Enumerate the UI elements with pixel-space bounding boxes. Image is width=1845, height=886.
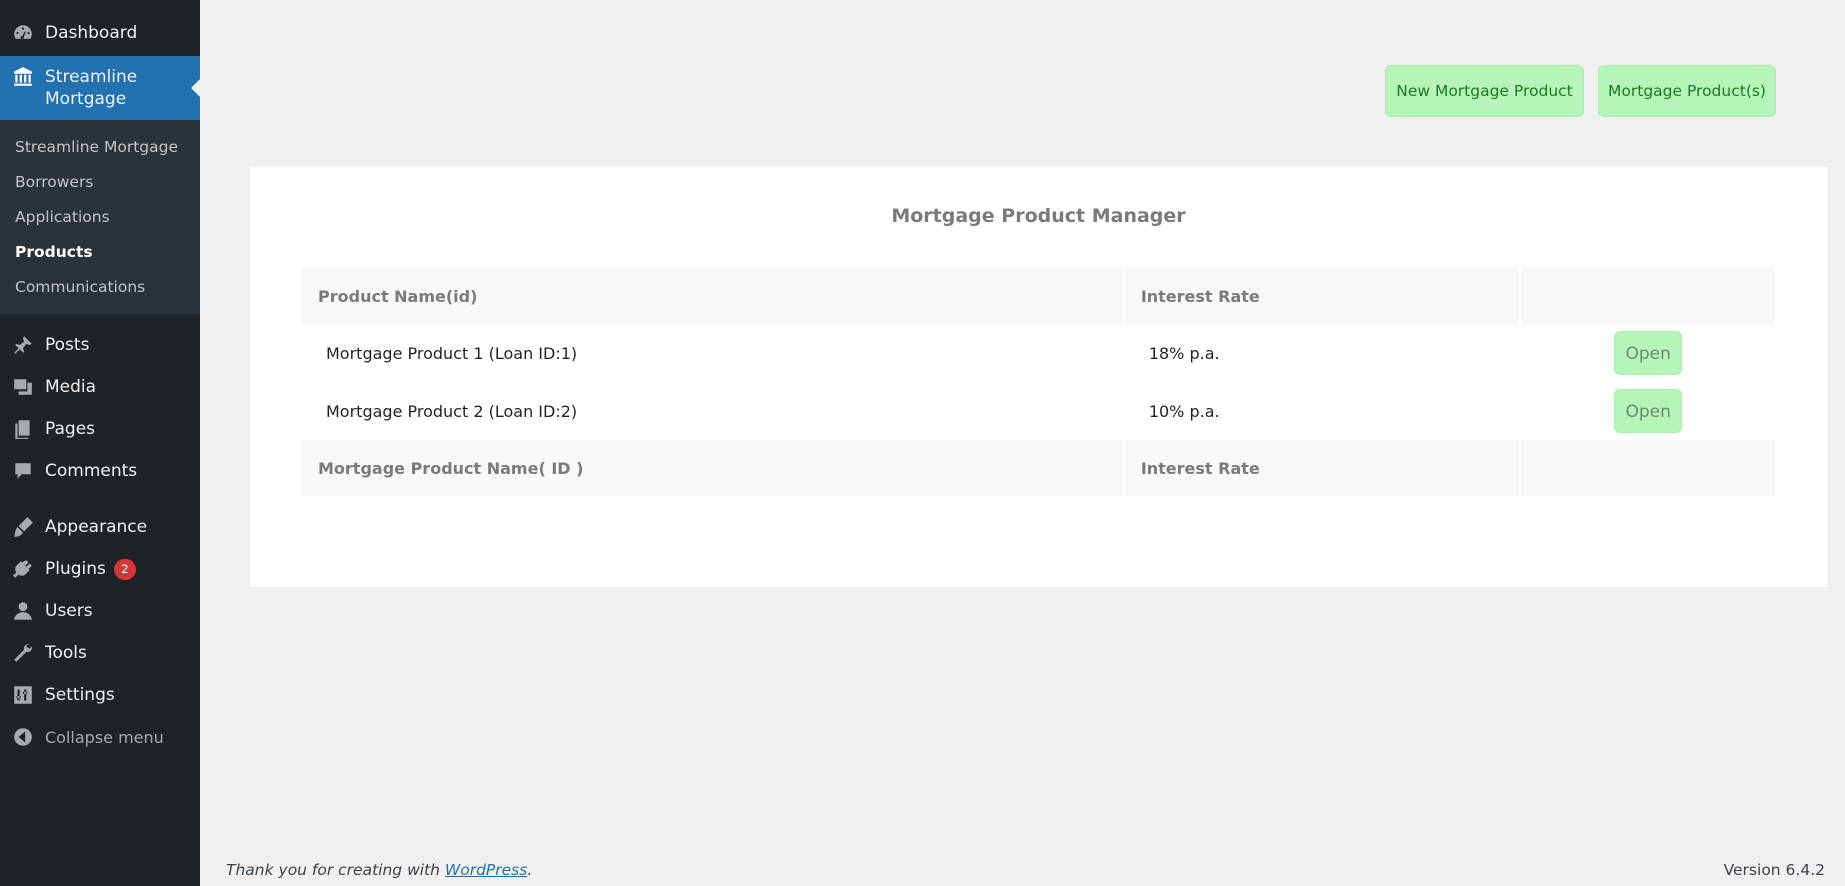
table-row: Mortgage Product 1 (Loan ID:1) 18% p.a. … (302, 324, 1775, 382)
comment-icon (12, 460, 34, 482)
footer-version: Version 6.4.2 (1723, 861, 1825, 879)
submenu-item-products[interactable]: Products (0, 234, 200, 269)
collapse-menu-label: Collapse menu (45, 727, 164, 747)
submenu-streamline-mortgage: Streamline Mortgage Borrowers Applicatio… (0, 120, 200, 314)
media-icon (12, 376, 34, 398)
menu-dashboard-label: Dashboard (45, 23, 138, 43)
product-manager-panel: Mortgage Product Manager Product Name(id… (250, 167, 1827, 587)
menu-plugins-label: Plugins (45, 559, 106, 579)
menu-settings[interactable]: Settings (0, 674, 200, 716)
menu-users-label: Users (45, 601, 93, 621)
footer-interest-rate: Interest Rate (1124, 440, 1520, 496)
menu-comments[interactable]: Comments (0, 450, 200, 492)
admin-sidebar: Dashboard Streamline Mortgage Streamline… (0, 0, 200, 886)
menu-posts-label: Posts (45, 335, 90, 355)
menu-appearance-label: Appearance (45, 517, 148, 537)
collapse-arrow-icon (12, 726, 34, 748)
menu-pages[interactable]: Pages (0, 408, 200, 450)
menu-media-label: Media (45, 377, 97, 397)
table-row: Mortgage Product 2 (Loan ID:2) 10% p.a. … (302, 382, 1775, 440)
menu-settings-label: Settings (45, 685, 115, 705)
menu-streamline-mortgage-label: Streamline Mortgage (45, 67, 138, 109)
settings-sliders-icon (12, 684, 34, 706)
footer-actions (1521, 440, 1775, 496)
open-product-button[interactable]: Open (1614, 389, 1683, 433)
menu-tools[interactable]: Tools (0, 632, 200, 674)
product-name-cell: Mortgage Product 2 (Loan ID:2) (326, 401, 578, 421)
open-product-button[interactable]: Open (1614, 331, 1683, 375)
brush-icon (12, 516, 34, 538)
bank-icon (12, 66, 34, 88)
user-icon (12, 600, 34, 622)
action-cell: Open (1521, 324, 1775, 382)
menu-comments-label: Comments (45, 461, 138, 481)
footer-thanks-text: Thank you for creating with (226, 861, 445, 879)
pages-icon (12, 418, 34, 440)
interest-rate-cell: 10% p.a. (1148, 401, 1220, 421)
action-cell: Open (1521, 382, 1775, 440)
dashboard-icon (12, 22, 34, 44)
panel-title: Mortgage Product Manager (891, 205, 1186, 227)
menu-posts[interactable]: Posts (0, 324, 200, 366)
new-mortgage-product-button[interactable]: New Mortgage Product (1385, 65, 1584, 117)
menu-plugins[interactable]: Plugins 2 (0, 548, 200, 590)
footer-thanks-suffix: . (527, 861, 533, 879)
mortgage-products-button[interactable]: Mortgage Product(s) (1598, 65, 1776, 117)
menu-streamline-mortgage[interactable]: Streamline Mortgage (0, 56, 200, 120)
table-footer-row: Mortgage Product Name( ID ) Interest Rat… (302, 440, 1775, 496)
products-table: Product Name(id) Interest Rate Mortgage … (300, 268, 1777, 496)
header-product-name: Product Name(id) (302, 268, 1123, 324)
menu-tools-label: Tools (45, 643, 87, 663)
header-interest-rate: Interest Rate (1124, 268, 1520, 324)
collapse-menu-button[interactable]: Collapse menu (0, 716, 200, 758)
footer-product-name: Mortgage Product Name( ID ) (302, 440, 1123, 496)
submenu-item-communications[interactable]: Communications (0, 269, 200, 304)
submenu-item-streamline-mortgage[interactable]: Streamline Mortgage (0, 129, 200, 164)
wordpress-link[interactable]: WordPress (445, 861, 527, 879)
pushpin-icon (12, 334, 34, 356)
menu-users[interactable]: Users (0, 590, 200, 632)
submenu-item-applications[interactable]: Applications (0, 199, 200, 234)
menu-media[interactable]: Media (0, 366, 200, 408)
menu-dashboard[interactable]: Dashboard (0, 12, 200, 54)
menu-appearance[interactable]: Appearance (0, 506, 200, 548)
product-name-cell: Mortgage Product 1 (Loan ID:1) (326, 343, 578, 363)
table-header-row: Product Name(id) Interest Rate (302, 268, 1775, 324)
footer-thanks: Thank you for creating with WordPress. (226, 861, 532, 879)
plugins-update-badge: 2 (113, 558, 136, 580)
submenu-item-borrowers[interactable]: Borrowers (0, 164, 200, 199)
header-actions (1521, 268, 1775, 324)
wrench-icon (12, 642, 34, 664)
interest-rate-cell: 18% p.a. (1148, 343, 1220, 363)
menu-pages-label: Pages (45, 419, 96, 439)
plugin-icon (12, 558, 34, 580)
